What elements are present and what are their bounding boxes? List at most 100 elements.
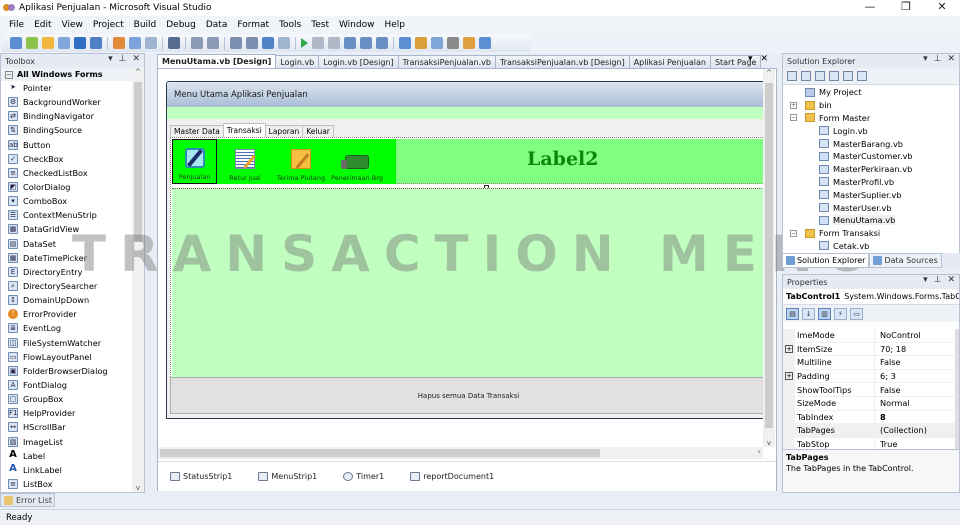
close-button[interactable]: ✕ — [924, 0, 960, 16]
events-icon[interactable]: ⚡ — [834, 307, 847, 320]
toolbox-item[interactable]: ☰ ContextMenuStrip — [1, 208, 133, 222]
comment-icon[interactable] — [191, 37, 203, 49]
output-icon[interactable] — [479, 37, 491, 49]
property-value[interactable]: 6; 3 — [875, 370, 959, 383]
header-panel[interactable]: Penjualan Retur Jual Terima Piutang Penerim… — [172, 139, 765, 184]
property-row-itemsize[interactable]: + ItemSize 70; 18 — [783, 342, 959, 357]
tab-master-data[interactable]: Master Data — [170, 125, 224, 137]
save-all-icon[interactable] — [90, 37, 102, 49]
categorized-icon[interactable]: ▤ — [786, 307, 799, 320]
tree-item-masterprofil-vb[interactable]: MasterProfil.vb — [783, 176, 951, 189]
menu-window[interactable]: Window — [334, 20, 380, 30]
toolbox-item[interactable]: ▭ FlowLayoutPanel — [1, 350, 133, 364]
property-row-padding[interactable]: + Padding 6; 3 — [783, 369, 959, 384]
pin-icon[interactable]: ⊥ — [934, 275, 942, 285]
document-tab[interactable]: TransaksiPenjualan.vb — [397, 55, 496, 68]
open-file-icon[interactable] — [42, 37, 54, 49]
tree-item-bin[interactable]: + bin — [783, 99, 951, 112]
designer-vertical-scrollbar[interactable]: ^ v — [763, 69, 775, 447]
dropdown-icon[interactable]: ▾ — [108, 54, 113, 64]
view-code-icon[interactable] — [829, 71, 839, 81]
menu-format[interactable]: Format — [232, 20, 274, 30]
property-value[interactable]: NoControl — [875, 329, 959, 342]
toolbox-item[interactable]: ▦ DateTimePicker — [1, 251, 133, 265]
toolbox-item[interactable]: ▢ GroupBox — [1, 392, 133, 406]
toolbox-item[interactable]: ◫ FileSystemWatcher — [1, 336, 133, 350]
toolbox-item[interactable]: ⌕ DirectorySearcher — [1, 279, 133, 293]
start-debug-icon[interactable] — [301, 38, 308, 48]
menu-help[interactable]: Help — [379, 20, 410, 30]
toolstrip-button-terima-piutang[interactable]: Terima Piutang — [273, 139, 329, 184]
copy-icon[interactable] — [129, 37, 141, 49]
menu-test[interactable]: Test — [306, 20, 334, 30]
tab-page-transaksi[interactable]: Penjualan Retur Jual Terima Piutang Penerim… — [170, 137, 765, 397]
new-project-icon[interactable] — [10, 37, 22, 49]
class-diagram-icon[interactable] — [857, 71, 867, 81]
tree-item-masteruser-vb[interactable]: MasterUser.vb — [783, 201, 951, 214]
uncomment-icon[interactable] — [207, 37, 219, 49]
pause-icon[interactable] — [312, 37, 324, 49]
menu-data[interactable]: Data — [201, 20, 233, 30]
label2[interactable]: Label2 — [527, 148, 598, 170]
property-row-tabpages[interactable]: TabPages (Collection) — [783, 424, 959, 438]
property-value[interactable]: (Collection) — [875, 424, 959, 437]
toolbox-item[interactable]: A LinkLabel — [1, 463, 133, 477]
toolbox-item[interactable]: ≣ EventLog — [1, 321, 133, 335]
toolbox-item[interactable]: ↕ DomainUpDown — [1, 293, 133, 307]
delete-all-transactions-button[interactable]: Hapus semua Data Transaksi — [170, 377, 765, 414]
property-row-imemode[interactable]: ImeMode NoControl — [783, 329, 959, 343]
menu-strip[interactable] — [167, 107, 765, 119]
toolstrip-button-retur-jual[interactable]: Retur Jual — [217, 139, 273, 184]
close-icon[interactable]: ✕ — [947, 54, 955, 64]
paste-icon[interactable] — [145, 37, 157, 49]
show-all-files-icon[interactable] — [801, 71, 811, 81]
designer-horizontal-scrollbar[interactable]: › — [158, 447, 763, 459]
document-tab[interactable]: Login.vb — [275, 55, 320, 68]
toolbox-item[interactable]: F1 HelpProvider — [1, 406, 133, 420]
expand-icon[interactable]: + — [783, 369, 795, 383]
property-grid-scrollbar[interactable] — [955, 329, 959, 449]
scroll-right-icon[interactable]: › — [758, 447, 761, 456]
property-row-showtooltips[interactable]: ShowToolTips False — [783, 383, 959, 397]
close-icon[interactable]: ✕ — [132, 54, 140, 64]
property-value[interactable]: 8 — [875, 411, 959, 424]
add-item-icon[interactable] — [26, 37, 38, 49]
error-list-tab[interactable]: Error List — [0, 493, 55, 507]
stop-icon[interactable] — [328, 37, 340, 49]
menu-build[interactable]: Build — [129, 20, 162, 30]
scroll-thumb[interactable] — [160, 449, 600, 457]
content-panel[interactable] — [172, 188, 765, 378]
toolbox-item[interactable]: ⇄ BindingNavigator — [1, 109, 133, 123]
alphabetical-icon[interactable]: ↓ — [802, 307, 815, 320]
document-tab[interactable]: MenuUtama.vb [Design] — [157, 54, 277, 68]
scroll-up-icon[interactable]: ^ — [132, 68, 144, 76]
property-value[interactable]: Normal — [875, 397, 959, 410]
step-out-icon[interactable] — [376, 37, 388, 49]
tab-data-sources[interactable]: Data Sources — [869, 253, 942, 268]
tree-item-masterperkiraan-vb[interactable]: MasterPerkiraan.vb — [783, 163, 951, 176]
property-pages-icon[interactable]: ▭ — [850, 307, 863, 320]
toolbox-item[interactable]: ▦ DataGridView — [1, 222, 133, 236]
form-window[interactable]: Menu Utama Aplikasi Penjualan Master Dat… — [166, 81, 766, 419]
properties-view-icon[interactable]: ▥ — [818, 307, 831, 320]
pin-icon[interactable]: ⊥ — [934, 54, 942, 64]
toolbox-item[interactable]: A Label — [1, 449, 133, 463]
component-menustrip1[interactable]: MenuStrip1 — [258, 472, 317, 481]
scroll-down-icon[interactable]: v — [132, 484, 144, 492]
scroll-down-icon[interactable]: v — [763, 439, 775, 447]
tree-item-form-transaksi[interactable]: − Form Transaksi — [783, 227, 951, 240]
object-selector[interactable]: TabControl1 System.Windows.Forms.TabCont… — [783, 289, 959, 305]
property-value[interactable]: False — [875, 383, 959, 396]
document-tab[interactable]: Aplikasi Penjualan — [628, 55, 711, 68]
tree-item-my-project[interactable]: My Project — [783, 86, 951, 99]
menu-edit[interactable]: Edit — [29, 20, 56, 30]
tab-transaksi[interactable]: Transaksi — [222, 123, 266, 137]
document-tab[interactable]: Login.vb [Design] — [318, 55, 399, 68]
toolbox-item[interactable]: ◩ ColorDialog — [1, 180, 133, 194]
tab-keluar[interactable]: Keluar — [302, 125, 334, 137]
tab-solution-explorer[interactable]: Solution Explorer — [782, 253, 870, 268]
tree-item-login-vb[interactable]: Login.vb — [783, 124, 951, 137]
property-row-sizemode[interactable]: SizeMode Normal — [783, 396, 959, 411]
tab-dropdown-icon[interactable]: ▾ — [748, 54, 753, 64]
toolbox-item[interactable]: ⇅ BindingSource — [1, 123, 133, 137]
